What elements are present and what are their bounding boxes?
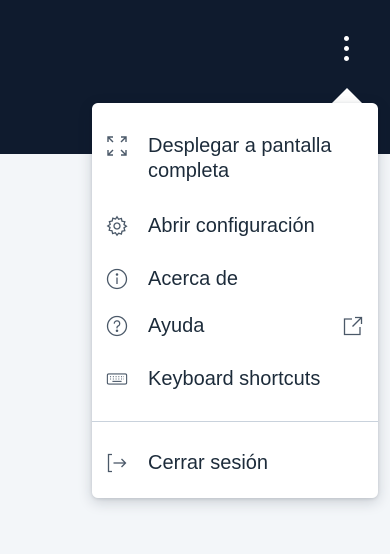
expand-icon [106,135,128,157]
logout-icon [106,452,128,474]
kebab-dot [343,45,349,51]
menu-item-fullscreen[interactable]: Desplegar a pantalla completa [92,134,378,184]
info-icon [106,268,128,290]
external-link-icon [342,315,364,337]
menu-caret [331,88,363,104]
menu-item-label: Ayuda [148,315,205,337]
menu-divider [92,421,378,422]
menu-item-label: Desplegar a pantalla completa [148,135,332,182]
menu-item-logout[interactable]: Cerrar sesión [92,451,378,476]
menu-item-label: Cerrar sesión [148,452,269,474]
menu-item-settings[interactable]: Abrir configuración [92,214,378,239]
menu-item-label: Abrir configuración [148,215,315,237]
more-options-button[interactable] [332,28,360,68]
keyboard-icon [106,368,128,390]
options-menu: Desplegar a pantalla completa Abrir conf… [92,103,378,498]
menu-item-label: Acerca de [148,268,239,290]
menu-item-about[interactable]: Acerca de [92,267,378,292]
kebab-dot [343,35,349,41]
kebab-dot [343,55,349,61]
menu-item-label: Keyboard shortcuts [148,368,321,390]
menu-item-keyboard-shortcuts[interactable]: Keyboard shortcuts [92,367,378,392]
help-icon [106,315,128,337]
menu-item-help[interactable]: Ayuda [92,314,378,339]
gear-icon [106,215,128,237]
